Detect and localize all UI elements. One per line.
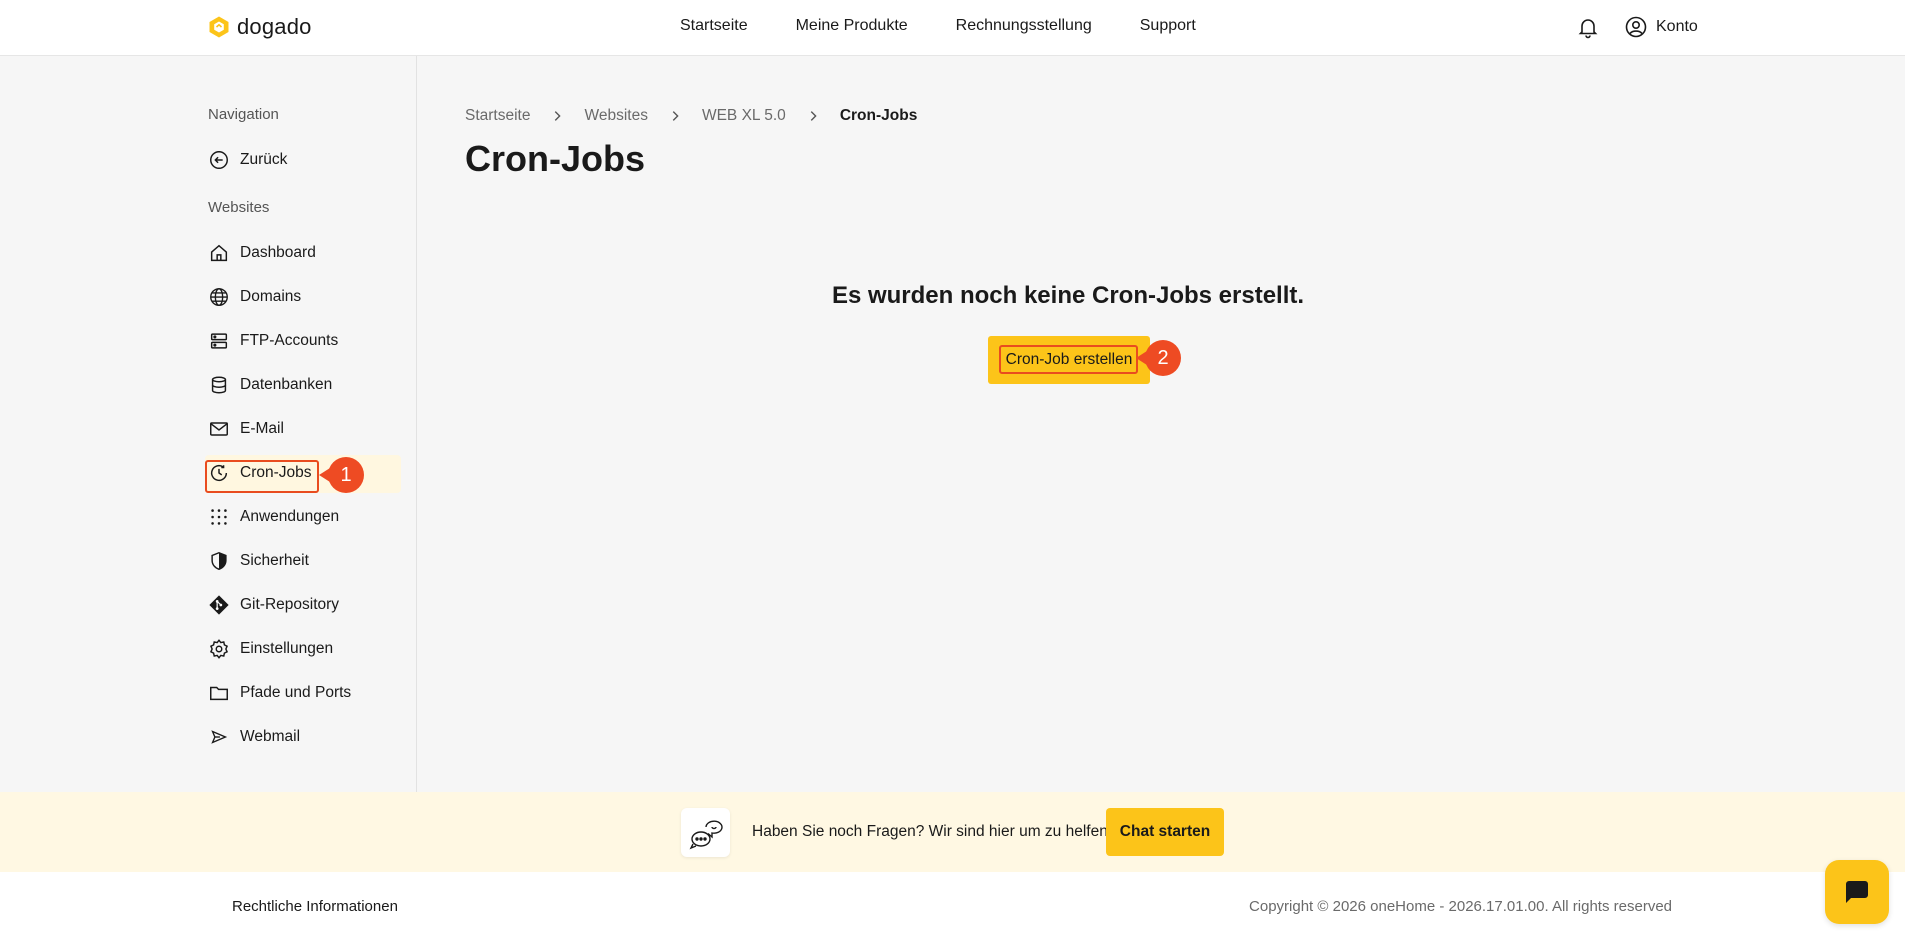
chat-icon <box>1846 881 1868 903</box>
mail-icon <box>210 422 228 436</box>
sidebar-item-label: Sicherheit <box>240 552 309 569</box>
nav-rechnungsstellung[interactable]: Rechnungsstellung <box>956 17 1092 35</box>
start-chat-button[interactable]: Chat starten <box>1106 808 1224 856</box>
empty-state-message: Es wurden noch keine Cron-Jobs erstellt. <box>831 282 1305 309</box>
breadcrumb-current: Cron-Jobs <box>839 107 918 124</box>
sidebar-back-link[interactable]: Zurück <box>208 142 400 178</box>
git-icon <box>209 595 229 615</box>
chevron-right-icon <box>555 111 562 121</box>
sidebar-item-label: Webmail <box>240 728 301 745</box>
chat-bubbles-icon <box>681 808 730 857</box>
annotation-badge-2: 2 <box>1136 340 1181 376</box>
help-text: Haben Sie noch Fragen? Wir sind hier um … <box>752 823 1113 840</box>
grid-icon <box>211 509 227 525</box>
back-arrow-icon <box>210 151 228 169</box>
sidebar-item-label: FTP-Accounts <box>240 332 339 349</box>
sidebar-item-ftp-accounts[interactable]: FTP-Accounts <box>208 323 400 359</box>
sidebar-item-label: Anwendungen <box>240 508 340 525</box>
annotation-badge-1: 1 <box>319 457 364 493</box>
sidebar-item-anwendungen[interactable]: Anwendungen <box>208 499 400 535</box>
breadcrumb-web-xl[interactable]: WEB XL 5.0 <box>702 107 786 125</box>
home-icon <box>210 244 228 262</box>
sidebar-item-dashboard[interactable]: Dashboard <box>208 235 400 271</box>
annotation-highlight-cron-jobs <box>205 460 319 493</box>
gear-icon <box>209 639 229 659</box>
folder-icon <box>210 686 228 701</box>
sidebar-item-label: Datenbanken <box>240 376 333 393</box>
main-nav: Startseite Meine Produkte Rechnungsstell… <box>680 17 1196 35</box>
account-label: Konto <box>1656 18 1698 35</box>
chevron-right-icon <box>672 111 679 121</box>
chevron-right-icon <box>810 111 817 121</box>
top-bar: dogado Startseite Meine Produkte Rechnun… <box>0 0 1905 56</box>
breadcrumb-startseite[interactable]: Startseite <box>465 107 530 125</box>
account-menu[interactable]: Konto <box>1624 15 1698 39</box>
page-title: Cron-Jobs <box>465 138 645 179</box>
nav-meine-produkte[interactable]: Meine Produkte <box>796 17 908 35</box>
shield-icon <box>211 551 227 571</box>
server-icon <box>210 333 228 349</box>
nav-startseite[interactable]: Startseite <box>680 17 748 35</box>
dogado-logo-icon <box>209 16 229 38</box>
brand-logo[interactable]: dogado <box>207 14 312 40</box>
breadcrumb: Startseite Websites WEB XL 5.0 Cron-Jobs <box>465 107 917 125</box>
help-banner: Haben Sie noch Fragen? Wir sind hier um … <box>0 792 1905 872</box>
sidebar-item-domains[interactable]: Domains <box>208 279 400 315</box>
sidebar-back-label: Zurück <box>240 151 288 168</box>
chat-launcher-button[interactable] <box>1825 860 1889 924</box>
send-icon <box>211 730 228 744</box>
sidebar-item-webmail[interactable]: Webmail <box>208 719 400 755</box>
sidebar-item-label: Dashboard <box>240 244 316 261</box>
sidebar-item-einstellungen[interactable]: Einstellungen <box>208 631 400 667</box>
legal-info-link[interactable]: Rechtliche Informationen <box>232 898 398 915</box>
sidebar-item-label: Einstellungen <box>240 640 334 657</box>
copyright-text: Copyright © 2026 oneHome - 2026.17.01.00… <box>1249 898 1672 915</box>
nav-support[interactable]: Support <box>1140 17 1196 35</box>
globe-icon <box>210 288 228 306</box>
sidebar-section-heading: Websites <box>208 199 270 216</box>
sidebar-item-e-mail[interactable]: E-Mail <box>208 411 400 447</box>
sidebar-item-label: E-Mail <box>240 420 284 437</box>
annotation-highlight-create-button <box>999 345 1138 374</box>
breadcrumb-websites[interactable]: Websites <box>584 107 647 125</box>
sidebar-item-datenbanken[interactable]: Datenbanken <box>208 367 400 403</box>
brand-name: dogado <box>237 14 312 39</box>
bell-icon[interactable] <box>1576 15 1600 39</box>
sidebar-item-label: Domains <box>240 288 302 305</box>
user-circle-icon <box>1625 16 1647 38</box>
sidebar-item-pfade-und-ports[interactable]: Pfade und Ports <box>208 675 400 711</box>
footer: Rechtliche Informationen Copyright © 202… <box>0 872 1905 940</box>
sidebar-item-git-repository[interactable]: Git-Repository <box>208 587 400 623</box>
sidebar-item-label: Pfade und Ports <box>240 684 352 701</box>
sidebar: Navigation Zurück Websites Dashboard Dom… <box>0 56 417 792</box>
database-icon <box>211 376 227 394</box>
sidebar-item-label: Git-Repository <box>240 596 340 613</box>
sidebar-nav-heading: Navigation <box>208 106 279 123</box>
sidebar-item-sicherheit[interactable]: Sicherheit <box>208 543 400 579</box>
